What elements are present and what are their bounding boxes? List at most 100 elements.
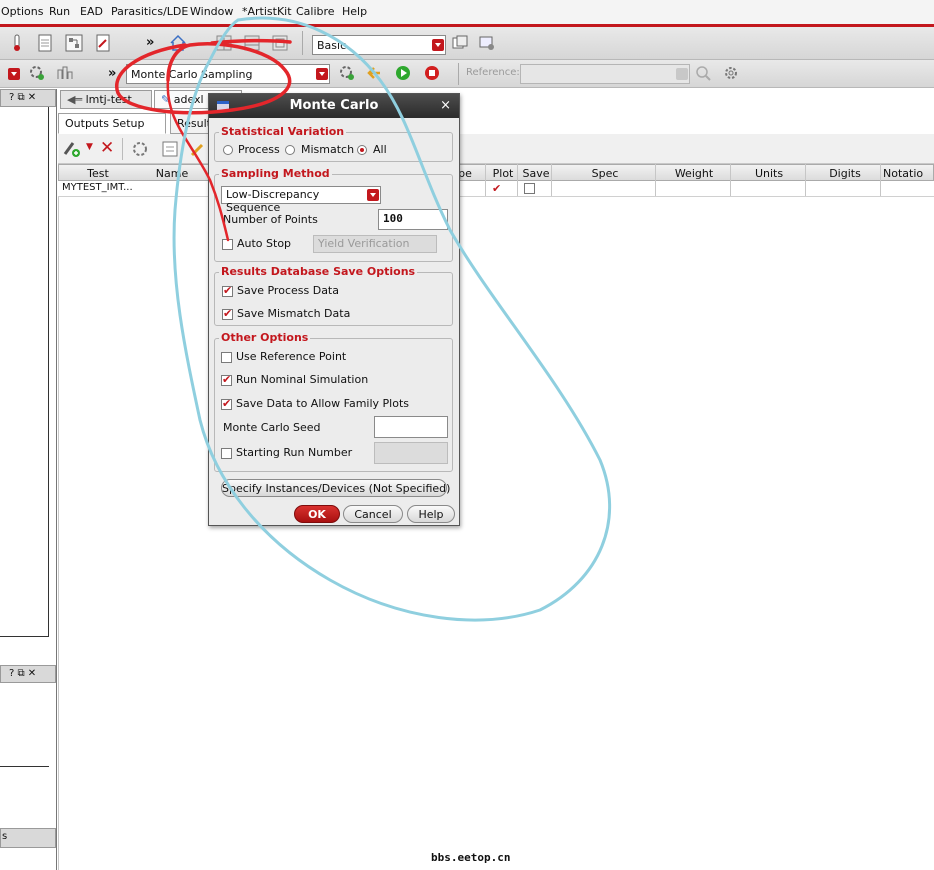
copy-icon[interactable] — [451, 34, 469, 52]
radio-process-label[interactable]: Process — [238, 143, 280, 156]
num-points-value: 100 — [383, 212, 403, 225]
yield-verification-select[interactable]: Yield Verification — [313, 235, 437, 253]
output-settings-gear-icon[interactable] — [130, 139, 150, 159]
menu-calibre[interactable]: Calibre — [296, 5, 335, 18]
edit-pencil-icon[interactable] — [188, 139, 208, 159]
pane3-label: s — [2, 831, 8, 842]
new-document-icon[interactable] — [36, 33, 54, 53]
menu-parasitics-lde[interactable]: Parasitics/LDE — [111, 5, 188, 18]
reference-select[interactable] — [520, 64, 690, 84]
other-options-title: Other Options — [219, 331, 311, 344]
use-reference-checkbox[interactable] — [221, 352, 232, 363]
save-checkbox[interactable] — [524, 183, 535, 194]
close-icon[interactable]: × — [440, 98, 451, 113]
seed-input[interactable] — [374, 416, 448, 438]
run-nominal-label[interactable]: Run Nominal Simulation — [236, 373, 368, 386]
dialog-title-bar[interactable]: Monte Carlo × — [209, 94, 459, 118]
column-plot[interactable]: Plot — [491, 167, 515, 180]
schematic-icon[interactable] — [64, 33, 84, 53]
pane-controls[interactable]: ? ⧉ ✕ — [9, 92, 36, 103]
gear-run-icon[interactable] — [28, 64, 46, 82]
run-simulation-icon[interactable] — [394, 64, 412, 82]
dock-splitter[interactable] — [56, 89, 57, 870]
ok-button[interactable]: OK — [294, 505, 340, 523]
run-nominal-checkbox[interactable] — [221, 373, 232, 386]
use-reference-label[interactable]: Use Reference Point — [236, 350, 346, 363]
stop-simulation-icon[interactable] — [423, 64, 441, 82]
sampling-method-select[interactable]: Low-Discrepancy Sequence — [221, 186, 381, 214]
column-units[interactable]: Units — [749, 167, 789, 180]
calculator-icon[interactable] — [160, 139, 180, 159]
save-mismatch-checkbox[interactable] — [222, 307, 233, 320]
column-name[interactable]: Name — [155, 167, 189, 180]
tab-outputs-setup[interactable]: Outputs Setup — [58, 113, 166, 134]
reference-label: Reference: — [466, 67, 520, 78]
run-settings-gear-icon[interactable] — [338, 64, 356, 82]
settings-window-icon[interactable] — [478, 34, 496, 52]
radio-mismatch[interactable] — [285, 145, 295, 155]
menu-artistkit[interactable]: *ArtistKit — [242, 5, 292, 18]
seed-label: Monte Carlo Seed — [223, 421, 321, 434]
starting-run-label[interactable]: Starting Run Number — [236, 446, 352, 459]
delete-output-icon[interactable]: ✕ — [100, 138, 114, 158]
run-mode-select-value: Monte Carlo Sampling — [131, 68, 253, 81]
workspace-dropdown-arrow-icon[interactable] — [432, 39, 444, 51]
menu-help[interactable]: Help — [342, 5, 367, 18]
run-mode-dropdown-arrow-icon[interactable] — [316, 68, 328, 80]
gear-icon[interactable] — [722, 64, 740, 82]
edit-document-icon[interactable] — [94, 33, 112, 53]
radio-all[interactable] — [357, 145, 367, 155]
back-arrow-icon[interactable] — [365, 64, 383, 82]
table-view-icon[interactable] — [242, 33, 262, 53]
menu-ead[interactable]: EAD — [80, 5, 103, 18]
radio-process[interactable] — [223, 145, 233, 155]
save-family-label[interactable]: Save Data to Allow Family Plots — [236, 397, 409, 410]
save-family-checkbox[interactable] — [221, 397, 232, 410]
specify-instances-label: Specify Instances/Devices (Not Specified… — [222, 482, 451, 495]
column-weight[interactable]: Weight — [669, 167, 719, 180]
save-process-label[interactable]: Save Process Data — [237, 284, 339, 297]
grid-view-icon[interactable] — [214, 33, 234, 53]
radio-mismatch-label[interactable]: Mismatch — [301, 143, 354, 156]
column-digits[interactable]: Digits — [823, 167, 867, 180]
home-icon[interactable] — [168, 33, 188, 53]
auto-stop-checkbox[interactable] — [222, 239, 233, 250]
plot-checkbox-icon[interactable]: ✔ — [492, 182, 501, 195]
radio-all-label[interactable]: All — [373, 143, 387, 156]
add-output-dropdown-icon[interactable]: ▼ — [86, 142, 93, 152]
menu-window[interactable]: Window — [190, 5, 233, 18]
auto-stop-label[interactable]: Auto Stop — [237, 237, 291, 250]
save-mismatch-label[interactable]: Save Mismatch Data — [237, 307, 350, 320]
sampling-dropdown-arrow-icon[interactable] — [367, 189, 379, 201]
starting-run-input[interactable] — [374, 442, 448, 464]
run-toolbar-more-chevron[interactable]: » — [108, 66, 116, 81]
cancel-label: Cancel — [354, 508, 392, 521]
column-save[interactable]: Save — [521, 167, 551, 180]
save-process-checkbox[interactable] — [222, 284, 233, 297]
add-output-icon[interactable] — [62, 139, 82, 159]
menu-options[interactable]: Options — [1, 5, 43, 18]
cell-test[interactable]: MYTEST_IMT... — [62, 182, 133, 193]
pane2-controls[interactable]: ? ⧉ ✕ — [9, 668, 36, 679]
panel-view-icon[interactable] — [270, 33, 290, 53]
starting-run-checkbox[interactable] — [221, 448, 232, 459]
workspace-select[interactable]: Basic — [312, 35, 446, 55]
num-points-input[interactable]: 100 — [378, 209, 448, 230]
run-mode-select[interactable]: Monte Carlo Sampling — [126, 64, 330, 84]
column-test[interactable]: Test — [81, 167, 115, 180]
left-dropdown-arrow-icon[interactable] — [8, 68, 20, 80]
toolbar-more-chevron[interactable]: » — [146, 35, 154, 50]
column-notation[interactable]: Notatio — [883, 167, 934, 180]
column-spec[interactable]: Spec — [579, 167, 631, 180]
zoom-to-point-icon[interactable] — [694, 64, 712, 82]
parametric-icon[interactable] — [56, 64, 74, 82]
cancel-button[interactable]: Cancel — [343, 505, 403, 523]
help-button[interactable]: Help — [407, 505, 455, 523]
thermometer-icon[interactable] — [8, 33, 26, 53]
specify-instances-button[interactable]: Specify Instances/Devices (Not Specified… — [221, 479, 451, 497]
menu-run[interactable]: Run — [49, 5, 70, 18]
tab-lmtj-test[interactable]: ◀═ lmtj-test — [60, 90, 152, 109]
table-row[interactable]: MYTEST_IMT... ✔ — [58, 181, 934, 197]
reference-dropdown-arrow-icon[interactable] — [676, 68, 688, 80]
left-pane3-tab[interactable]: s — [0, 828, 56, 848]
